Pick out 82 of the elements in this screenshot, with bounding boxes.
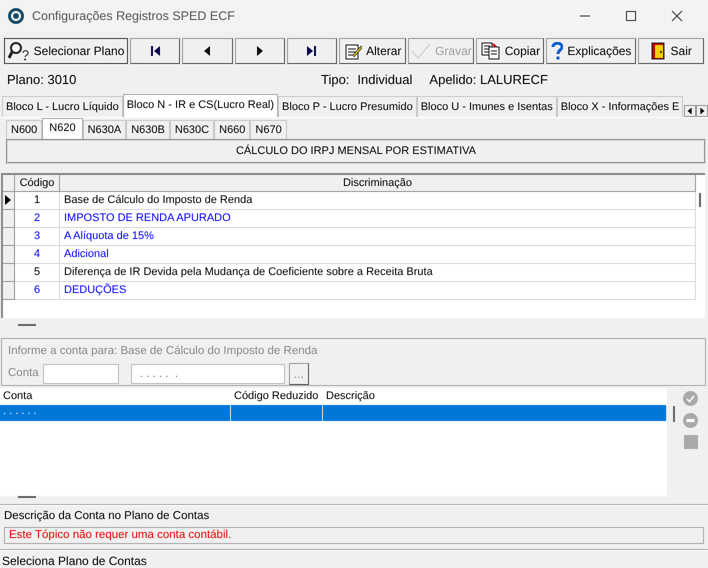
plan-label: Plano: 3010 bbox=[7, 71, 78, 89]
first-icon bbox=[150, 46, 160, 56]
minus-circle-icon bbox=[683, 412, 698, 428]
account-mask-field[interactable]: . . . . . . bbox=[130, 364, 285, 384]
account-field[interactable] bbox=[42, 364, 119, 384]
register-tab[interactable]: N660 bbox=[214, 120, 250, 139]
scrollbar-thumb bbox=[673, 406, 675, 422]
door-icon bbox=[650, 42, 667, 60]
row-indicator-cell[interactable] bbox=[3, 228, 15, 246]
copy-documents-icon bbox=[480, 42, 501, 60]
type-label: Tipo: bbox=[321, 71, 350, 89]
next-record-button[interactable] bbox=[234, 38, 285, 64]
header-corner-cell bbox=[3, 174, 15, 192]
table-cell: Adicional bbox=[60, 246, 696, 264]
table-cell: DEDUÇÕES bbox=[60, 282, 696, 300]
row-indicator-cell[interactable] bbox=[3, 246, 15, 264]
table-cell: 3 bbox=[15, 228, 60, 246]
next-icon bbox=[256, 46, 263, 56]
last-icon bbox=[307, 46, 316, 56]
current-row-icon bbox=[5, 195, 11, 205]
table-cell: 6 bbox=[15, 282, 60, 300]
select-plan-button[interactable]: Selecionar Plano bbox=[4, 38, 128, 64]
row-indicator-cell[interactable] bbox=[3, 282, 15, 300]
previous-icon bbox=[204, 46, 210, 56]
table-cell: Diferença de IR Devida pela Mudança de Coeficiente sobre a Receita Bruta bbox=[60, 264, 696, 282]
table-row[interactable]: . . . . . . bbox=[0, 404, 667, 420]
conta-label: Conta bbox=[8, 366, 39, 382]
column-header: Descrição bbox=[325, 388, 376, 404]
column-header: Discriminação bbox=[60, 174, 696, 192]
block-tab[interactable]: Bloco X - Informações E bbox=[556, 96, 684, 117]
splitter-handle bbox=[18, 324, 36, 326]
scrollbar-thumb bbox=[699, 192, 701, 206]
register-tab[interactable]: N670 bbox=[250, 120, 287, 139]
status-bar: Seleciona Plano de Contas bbox=[0, 548, 708, 568]
question-mark-icon bbox=[551, 42, 564, 60]
register-tab[interactable]: N620 bbox=[42, 118, 83, 139]
column-header: Código Reduzido bbox=[233, 388, 320, 404]
block-tab[interactable]: Bloco L - Lucro Líquido bbox=[2, 96, 123, 117]
notepad-icon bbox=[344, 42, 362, 60]
first-record-button[interactable] bbox=[130, 38, 180, 64]
column-header: Conta bbox=[2, 388, 34, 404]
panel-title: Informe a conta para: Base de Cálculo do Imposto de Renda bbox=[8, 344, 318, 358]
splitter-handle bbox=[18, 496, 36, 498]
row-indicator-cell[interactable] bbox=[3, 192, 15, 210]
table-cell: 2 bbox=[15, 210, 60, 228]
block-tab[interactable]: Bloco N - IR e CS(Lucro Real) bbox=[122, 94, 278, 117]
register-tab[interactable]: N630B bbox=[126, 120, 170, 139]
table-cell: 4 bbox=[15, 246, 60, 264]
table-cell: A Alíquota de 15% bbox=[60, 228, 696, 246]
register-tab[interactable]: N600 bbox=[6, 120, 42, 139]
table-cell: 1 bbox=[15, 192, 60, 210]
section-title: CÁLCULO DO IRPJ MENSAL POR ESTIMATIVA bbox=[6, 139, 706, 164]
previous-record-button[interactable] bbox=[182, 38, 233, 64]
row-indicator-cell[interactable] bbox=[3, 210, 15, 228]
description-label: Descrição da Conta no Plano de Contas bbox=[4, 508, 210, 524]
column-header: Código bbox=[15, 174, 60, 192]
copy-button[interactable]: Copiar bbox=[476, 38, 544, 64]
exit-button[interactable]: Sair bbox=[638, 38, 704, 64]
check-circle-icon bbox=[683, 390, 698, 406]
maximize-icon bbox=[625, 10, 637, 22]
scroll-left-icon[interactable] bbox=[684, 105, 696, 117]
help-button[interactable]: Explicações bbox=[546, 38, 636, 64]
close-icon bbox=[671, 10, 683, 22]
table-cell: 5 bbox=[15, 264, 60, 282]
square-icon bbox=[684, 434, 698, 448]
scroll-right-icon[interactable] bbox=[696, 105, 708, 117]
magnifier-icon bbox=[8, 41, 30, 61]
block-tab[interactable]: Bloco P - Lucro Presumido bbox=[278, 96, 417, 117]
block-tab[interactable]: Bloco U - Imunes e Isentas bbox=[416, 96, 557, 117]
edit-button[interactable]: Alterar bbox=[339, 38, 406, 64]
window-title: Configurações Registros SPED ECF bbox=[32, 8, 236, 25]
table-cell: IMPOSTO DE RENDA APURADO bbox=[60, 210, 696, 228]
last-record-button[interactable] bbox=[286, 38, 338, 64]
nickname-label: Apelido: LALURECF bbox=[429, 71, 548, 89]
message-field: Este Tópico não requer uma conta contábil. bbox=[4, 526, 704, 544]
checkmark-icon bbox=[411, 43, 432, 59]
register-tab[interactable]: N630C bbox=[170, 120, 214, 139]
table-cell: Base de Cálculo do Imposto de Renda bbox=[60, 192, 696, 210]
app-logo-icon bbox=[8, 8, 24, 24]
register-tab[interactable]: N630A bbox=[82, 120, 126, 139]
type-value: Individual bbox=[357, 71, 414, 89]
row-indicator-cell[interactable] bbox=[3, 264, 15, 282]
